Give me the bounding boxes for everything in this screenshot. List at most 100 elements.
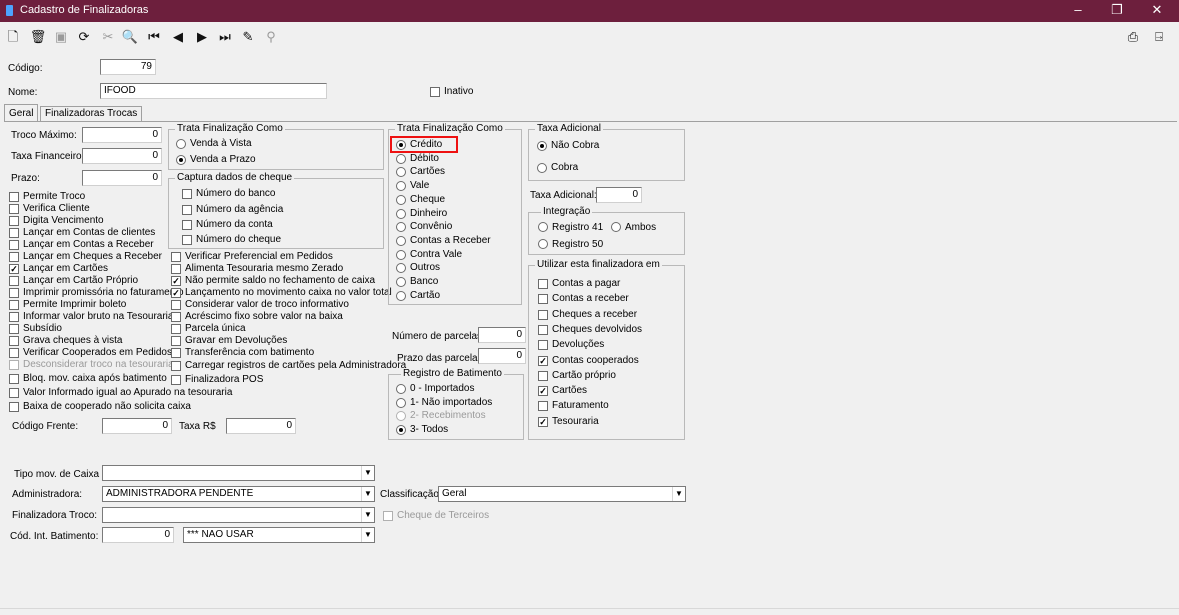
taxa-adicional-field[interactable]: 0 [596,187,642,203]
option-16-checkbox[interactable] [9,388,19,398]
option2-0-checkbox[interactable] [171,252,181,262]
option-5-checkbox[interactable] [9,252,19,262]
save-icon[interactable]: ▣ [52,28,70,46]
registro-0-radio[interactable] [396,384,406,394]
cod-int-batimento-field[interactable]: 0 [102,527,174,543]
captura-2-checkbox[interactable] [182,220,192,230]
ambos-radio[interactable] [611,222,621,232]
registro-2-radio[interactable] [396,411,406,421]
option2-6-checkbox[interactable] [171,324,181,334]
filter-icon[interactable]: ✎ [239,28,257,46]
option-0-checkbox[interactable] [9,192,19,202]
trata-option-11-radio[interactable] [396,290,406,301]
minimize-button[interactable]: – [1060,0,1096,22]
option2-5-checkbox[interactable] [171,312,181,322]
trata-option-8-radio[interactable] [396,249,406,260]
numero-parcelas-field[interactable]: 0 [478,327,526,343]
option-9-checkbox[interactable] [9,300,19,310]
trata-option-1-radio[interactable] [396,153,406,164]
option-12-checkbox[interactable] [9,336,19,346]
codigo-frente-field[interactable]: 0 [102,418,172,434]
option2-4-checkbox[interactable] [171,300,181,310]
option-7-checkbox[interactable] [9,276,19,286]
codigo-field[interactable]: 79 [100,59,156,75]
tab-finalizadoras-trocas[interactable]: Finalizadoras Trocas [40,106,143,121]
option-6-checkbox[interactable]: ✓ [9,264,19,274]
option2-7-checkbox[interactable] [171,336,181,346]
binoculars-icon[interactable]: ⚲ [262,28,280,46]
nao-cobra-radio[interactable] [537,141,547,151]
registro-1-radio[interactable] [396,398,406,408]
close-button[interactable]: ✕ [1139,0,1175,22]
print-icon[interactable]: ⎙ [1124,28,1142,46]
option2-2-checkbox[interactable]: ✓ [171,276,181,286]
taxa-rs-field[interactable]: 0 [226,418,296,434]
option-11-checkbox[interactable] [9,324,19,334]
inativo-checkbox[interactable] [430,87,440,97]
option-4-checkbox[interactable] [9,240,19,250]
utilizar-5-checkbox[interactable]: ✓ [538,355,548,366]
option-10-checkbox[interactable] [9,312,19,322]
next-record-icon[interactable]: ▶ [193,28,211,46]
option-17-checkbox[interactable] [9,402,19,412]
troco-maximo-field[interactable]: 0 [82,127,162,143]
captura-0-checkbox[interactable] [182,189,192,199]
utilizar-2-checkbox[interactable] [538,309,548,320]
delete-icon[interactable]: 🗑 [29,28,47,46]
exit-icon[interactable]: ⍈ [1150,28,1168,46]
utilizar-8-checkbox[interactable] [538,401,548,412]
refresh-icon[interactable]: ⟳ [75,28,93,46]
trata-option-5-radio[interactable] [396,208,406,219]
nao-usar-select[interactable]: *** NAO USAR ▼ [183,527,375,543]
trata-option-4-radio[interactable] [396,194,406,205]
utilizar-3-label: Cheques devolvidos [552,323,643,335]
registro-41-radio[interactable] [538,222,548,232]
prazo-parcelas-field[interactable]: 0 [478,348,526,364]
captura-3-checkbox[interactable] [182,235,192,245]
utilizar-6-checkbox[interactable] [538,370,548,381]
registro-3-radio[interactable] [396,425,406,435]
utilizar-9-checkbox[interactable]: ✓ [538,416,548,427]
option-14-checkbox[interactable] [9,360,19,370]
option2-1-checkbox[interactable] [171,264,181,274]
venda-a-vista-radio[interactable] [176,139,186,149]
option-15-checkbox[interactable] [9,374,19,384]
new-icon[interactable]: 🗋 [4,28,22,46]
restore-button[interactable]: ❐ [1099,0,1135,22]
nome-field[interactable]: IFOOD [100,83,327,99]
trata-option-7-radio[interactable] [396,235,406,246]
captura-1-checkbox[interactable] [182,205,192,215]
classificacao-select[interactable]: Geral ▼ [438,486,686,502]
tab-geral[interactable]: Geral [4,104,39,122]
utilizar-0-checkbox[interactable] [538,279,548,289]
option-3-checkbox[interactable] [9,228,19,238]
option-1-checkbox[interactable] [9,204,19,214]
prev-record-icon[interactable]: ◀ [169,28,187,46]
tipo-mov-caixa-select[interactable]: ▼ [102,465,375,481]
option-8-checkbox[interactable] [9,288,19,298]
utilizar-7-checkbox[interactable]: ✓ [538,386,548,397]
cancel-icon[interactable]: ✂ [99,28,117,46]
trata-option-10-radio[interactable] [396,277,406,287]
registro-2-label: 2- Recebimentos [410,410,486,421]
utilizar-4-checkbox[interactable] [538,340,548,351]
cheque-terceiros-checkbox[interactable] [383,511,393,521]
prazo-field[interactable]: 0 [82,170,162,186]
utilizar-3-checkbox[interactable] [538,324,548,335]
option2-10-checkbox[interactable] [171,375,181,385]
option2-9-checkbox[interactable] [171,361,181,371]
first-record-icon[interactable]: ⏮ [145,28,163,46]
administradora-select[interactable]: ADMINISTRADORA PENDENTE ▼ [102,486,375,502]
venda-a-prazo-radio[interactable] [176,155,186,165]
utilizar-1-checkbox[interactable] [538,294,548,305]
cobra-radio[interactable] [537,163,547,173]
option-2-checkbox[interactable] [9,216,19,226]
finalizadora-troco-select[interactable]: ▼ [102,507,375,523]
option-13-checkbox[interactable] [9,348,19,358]
search-icon[interactable]: 🔍 [121,28,139,46]
registro-50-radio[interactable] [538,239,548,249]
taxa-financeiro-field[interactable]: 0 [82,148,162,164]
option2-8-checkbox[interactable] [171,348,181,358]
last-record-icon[interactable]: ⏭ [216,28,234,46]
option2-3-checkbox[interactable]: ✓ [171,288,181,298]
